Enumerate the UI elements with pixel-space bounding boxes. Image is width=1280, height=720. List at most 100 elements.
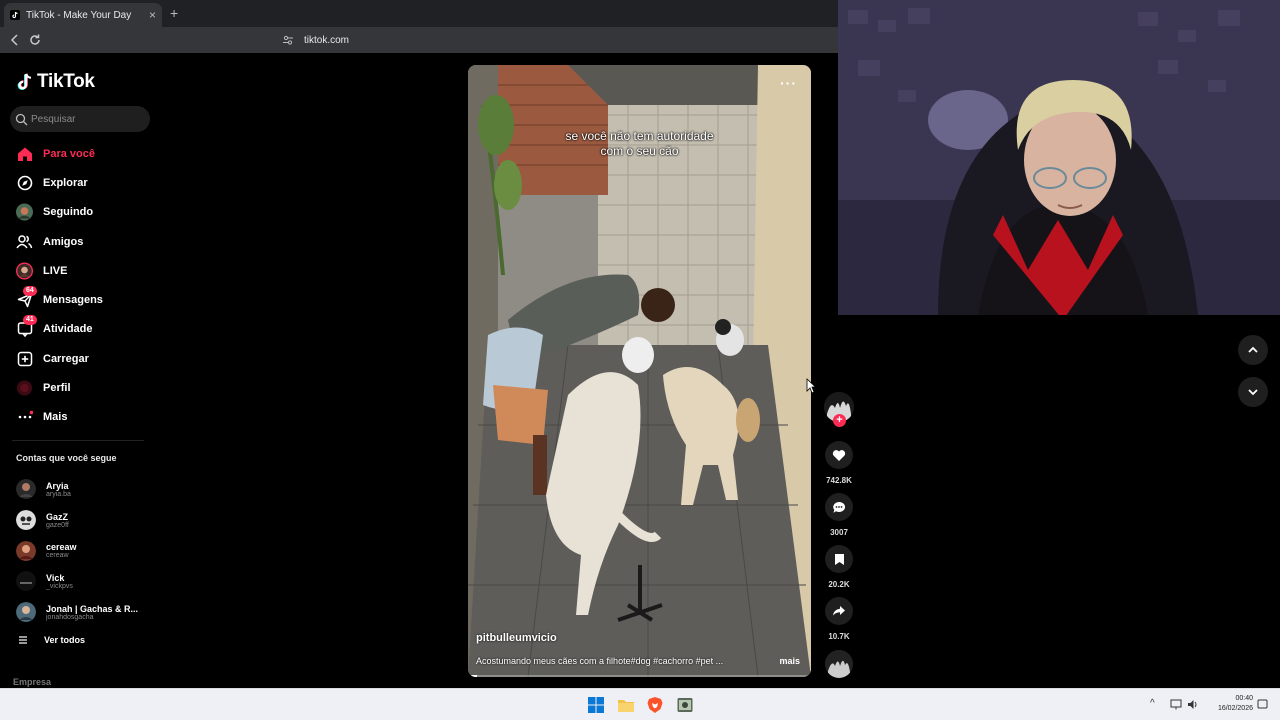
browser-toolbar: tiktok.com: [0, 27, 838, 53]
previous-video-button[interactable]: [1238, 335, 1268, 365]
share-button[interactable]: [825, 597, 853, 625]
following-account[interactable]: GazZ gaze0ff: [16, 505, 156, 536]
account-avatar: [16, 510, 36, 531]
save-count: 20.2K: [828, 580, 850, 589]
comment-icon: [833, 501, 846, 513]
share-icon: [833, 606, 845, 616]
search-placeholder: Pesquisar: [31, 113, 76, 125]
activity-icon: 41: [16, 314, 37, 338]
network-icon[interactable]: [1170, 699, 1182, 710]
site-info-icon[interactable]: [282, 34, 294, 46]
menu-label: Explorar: [43, 176, 88, 189]
video-options-icon[interactable]: ···: [780, 75, 797, 91]
browser-tab-bar: TikTok - Make Your Day × +: [0, 0, 838, 27]
video-player[interactable]: se você não tem autoridade com o seu cão…: [468, 65, 811, 677]
music-disc-icon[interactable]: [825, 650, 853, 678]
menu-item-amigos[interactable]: Amigos: [0, 227, 160, 256]
menu-item-mais[interactable]: Mais: [0, 403, 160, 432]
account-handle: cereaw: [46, 552, 69, 560]
following-avatar-icon: [16, 203, 33, 221]
following-account[interactable]: cereaw cereaw: [16, 535, 156, 566]
app-window-icon[interactable]: [676, 696, 694, 714]
bookmark-icon: [834, 553, 844, 565]
menu-item-perfil[interactable]: Perfil: [0, 373, 160, 402]
webcam-image: [838, 0, 1280, 315]
file-explorer-icon[interactable]: [617, 696, 635, 714]
caption-line: com o seu cão: [600, 144, 679, 158]
share-count: 10.7K: [828, 632, 850, 641]
account-avatar: [16, 479, 36, 500]
follow-button[interactable]: +: [833, 414, 846, 427]
tab-close-icon[interactable]: ×: [149, 8, 156, 22]
menu-label: Mais: [43, 411, 68, 424]
reload-icon[interactable]: [27, 32, 43, 48]
following-account[interactable]: Aryia aryia.ba: [16, 474, 156, 505]
webcam-overlay: [838, 0, 1280, 315]
account-handle: aryia.ba: [46, 490, 71, 498]
windows-taskbar: ^ 00:40 16/02/2026: [0, 688, 1280, 720]
music-disc-image: [825, 650, 853, 678]
friends-icon: [16, 233, 33, 250]
browser-tab[interactable]: TikTok - Make Your Day ×: [4, 3, 162, 27]
profile-avatar-icon: [16, 380, 33, 397]
like-button[interactable]: [825, 441, 853, 469]
menu-item-explorar[interactable]: Explorar: [0, 168, 160, 197]
following-section-title: Contas que você segue: [16, 453, 117, 463]
comment-button[interactable]: [825, 493, 853, 521]
message-icon: 64: [16, 285, 37, 309]
home-icon: [16, 145, 33, 162]
following-account[interactable]: Jonah | Gachas & R... jonahdosgacha: [16, 597, 156, 628]
mouse-cursor-icon: [806, 378, 816, 394]
account-name: GazZ: [46, 511, 69, 522]
main-menu: Para você Explorar Seguindo Amigos LIVE …: [0, 139, 160, 432]
menu-item-live[interactable]: LIVE: [0, 256, 160, 285]
volume-icon[interactable]: [1187, 699, 1199, 710]
tiktok-sidebar: TikTok Pesquisar Para você Explorar Segu…: [0, 53, 160, 693]
tiktok-logo-icon: [17, 73, 32, 90]
account-name: Vick: [46, 572, 65, 583]
back-icon[interactable]: [7, 32, 23, 48]
more-icon: [16, 409, 33, 426]
clock-time: 00:40: [1235, 695, 1253, 702]
save-button[interactable]: [825, 545, 853, 573]
upload-icon: [16, 350, 33, 367]
system-clock[interactable]: 00:40 16/02/2026: [1205, 694, 1253, 714]
account-name: Aryia: [46, 480, 69, 491]
menu-label: Mensagens: [43, 294, 103, 307]
description-more-link[interactable]: mais: [779, 656, 800, 666]
account-handle: jonahdosgacha: [46, 613, 94, 621]
comment-count: 3007: [830, 528, 848, 537]
heart-icon: [832, 449, 846, 461]
footer-link-empresa[interactable]: Empresa: [13, 677, 51, 687]
menu-item-atividade[interactable]: 41 Atividade: [0, 314, 160, 344]
menu-item-para-voce[interactable]: Para você: [0, 139, 160, 168]
menu-item-seguindo[interactable]: Seguindo: [0, 198, 160, 227]
tab-title: TikTok - Make Your Day: [26, 9, 132, 21]
following-account[interactable]: Vick _vickpvs: [16, 566, 156, 597]
notification-icon[interactable]: [1257, 699, 1268, 710]
menu-item-mensagens[interactable]: 64 Mensagens: [0, 285, 160, 314]
menu-item-carregar[interactable]: Carregar: [0, 344, 160, 373]
video-author[interactable]: pitbulleumvicio: [476, 632, 557, 644]
video-progress-bar[interactable]: [468, 675, 811, 677]
tiktok-favicon-icon: [10, 10, 20, 20]
video-progress-fill: [468, 675, 477, 677]
tiktok-logo[interactable]: TikTok: [16, 71, 95, 93]
new-tab-icon[interactable]: +: [170, 5, 178, 21]
account-handle: gaze0ff: [46, 521, 69, 529]
address-bar[interactable]: tiktok.com: [282, 30, 822, 50]
search-input[interactable]: Pesquisar: [10, 106, 150, 132]
brave-browser-icon[interactable]: [646, 696, 664, 714]
menu-label: Carregar: [43, 352, 89, 365]
next-video-button[interactable]: [1238, 377, 1268, 407]
following-list: Aryia aryia.ba GazZ gaze0ff cereaw cereaw V…: [16, 474, 156, 627]
caption-line: se você não tem autoridade: [565, 129, 714, 143]
see-all-button[interactable]: Ver todos: [18, 635, 85, 645]
menu-label: Amigos: [43, 235, 84, 248]
list-icon: [19, 636, 27, 644]
chevron-up-icon: [1248, 346, 1258, 353]
windows-start-icon[interactable]: [587, 696, 605, 714]
tray-expand-icon[interactable]: ^: [1150, 698, 1155, 709]
search-icon: [15, 113, 28, 125]
brand-name: TikTok: [37, 71, 95, 92]
